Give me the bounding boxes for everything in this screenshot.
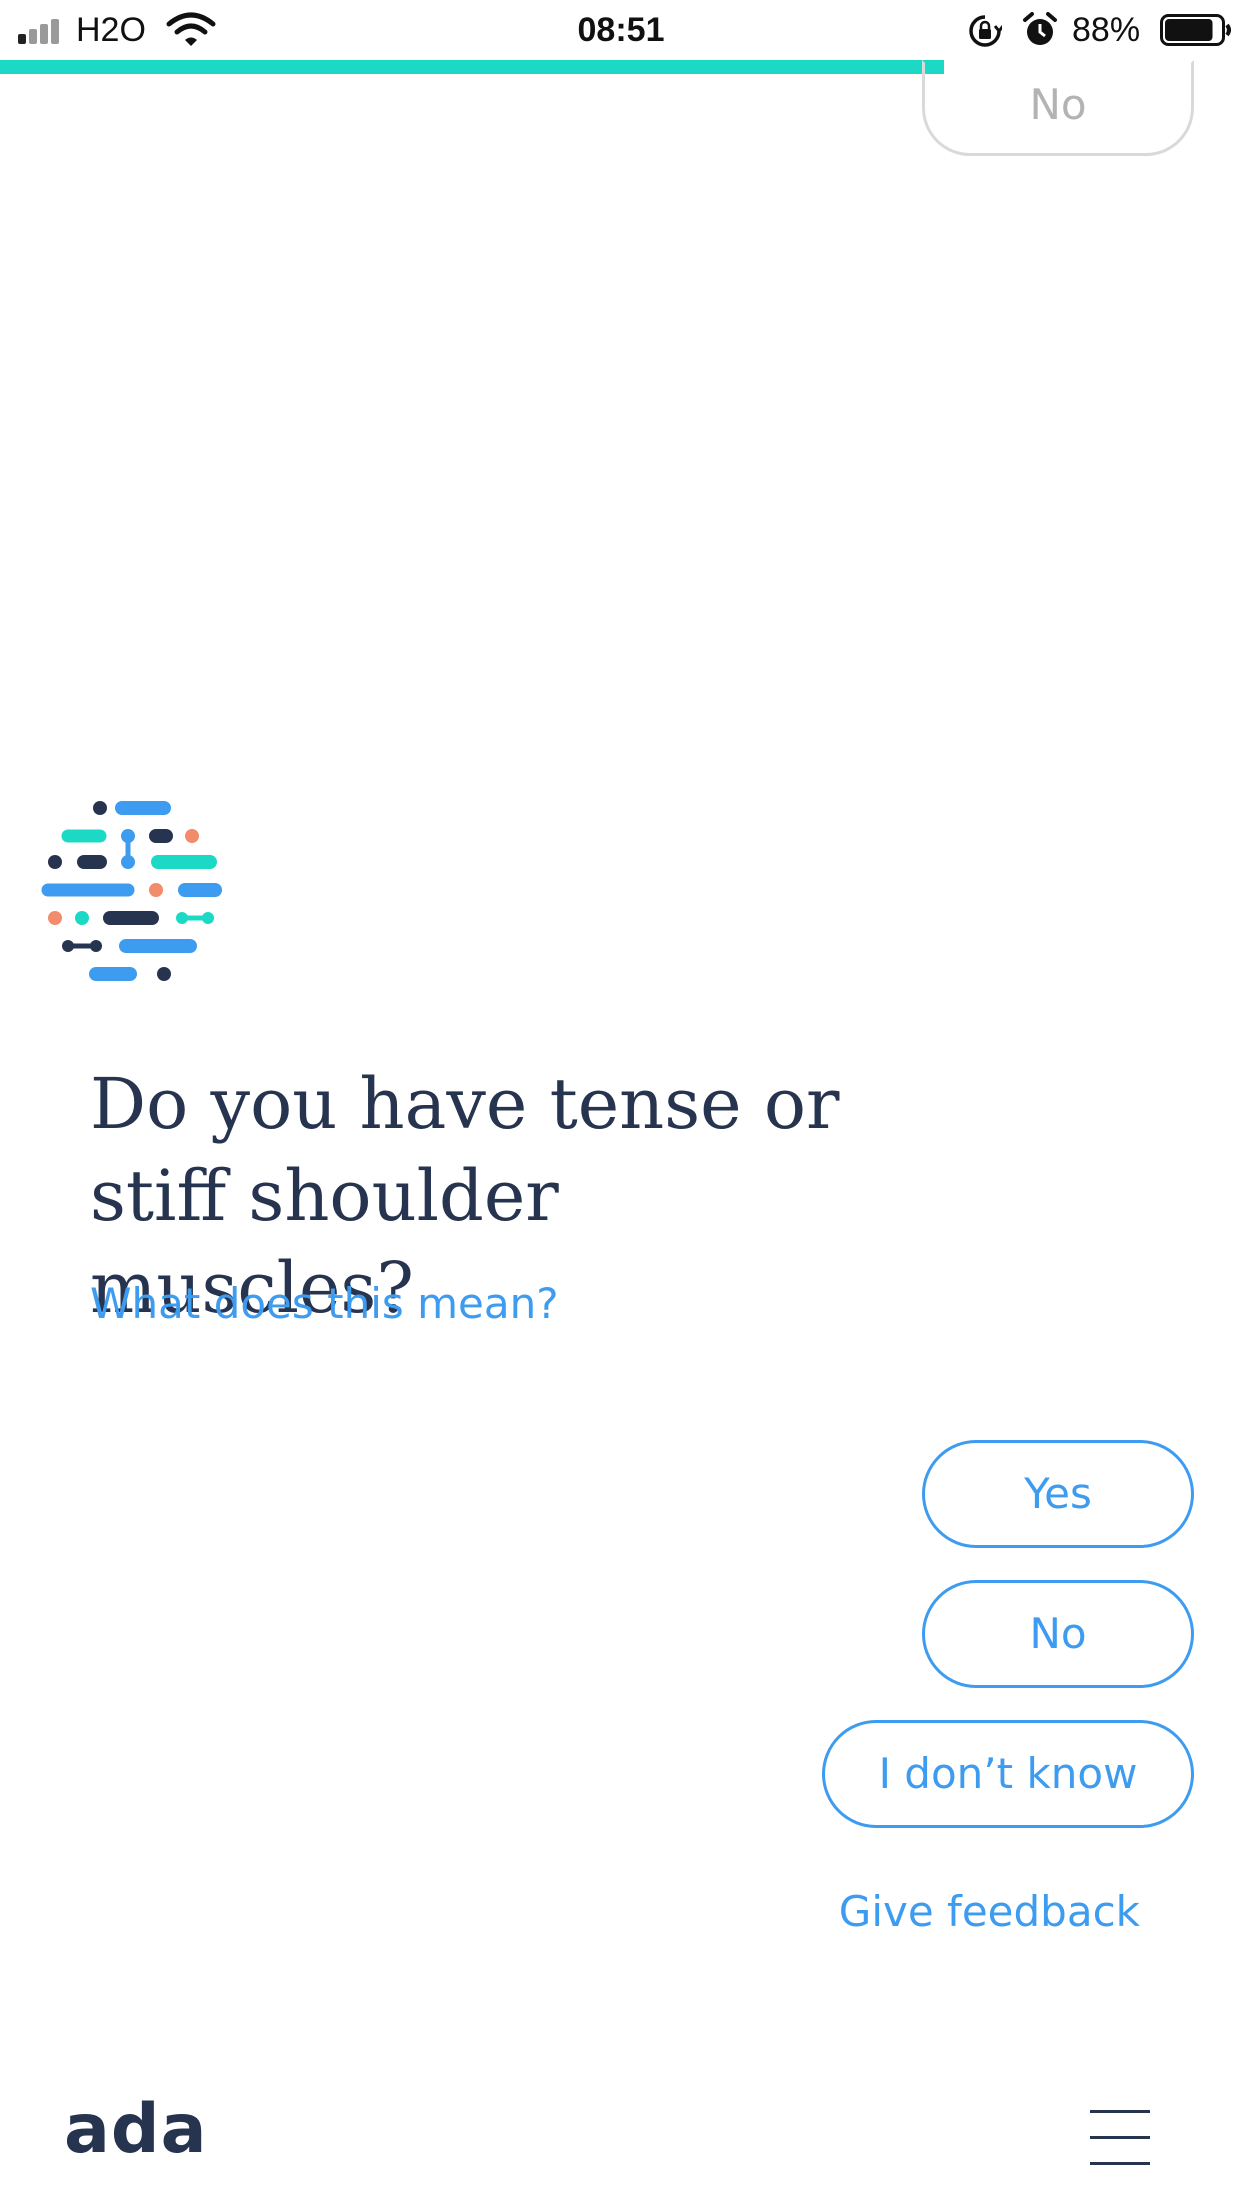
ada-brand-logo: ada: [64, 2090, 208, 2169]
progress-bar-fill: [0, 60, 944, 74]
alarm-icon: [1023, 12, 1057, 45]
answer-no-button[interactable]: No: [922, 1580, 1194, 1688]
battery-percent: 88%: [1072, 11, 1141, 49]
previous-answer-bubble: No: [922, 60, 1194, 156]
rotation-lock-icon: [969, 15, 1002, 47]
app-screen: H2O 08:51 88% No Do you have tense or st…: [0, 0, 1242, 2208]
answer-dont-know-button[interactable]: I don’t know: [822, 1720, 1194, 1828]
answer-yes-button[interactable]: Yes: [922, 1440, 1194, 1548]
ada-logo-mark-icon: [41, 801, 222, 981]
give-feedback-link[interactable]: Give feedback: [839, 1884, 1140, 1940]
hamburger-menu-icon[interactable]: [1090, 2110, 1150, 2166]
status-bar: H2O 08:51 88%: [0, 0, 1242, 62]
battery-icon: [1160, 14, 1231, 46]
what-does-this-mean-link[interactable]: What does this mean?: [90, 1276, 559, 1332]
